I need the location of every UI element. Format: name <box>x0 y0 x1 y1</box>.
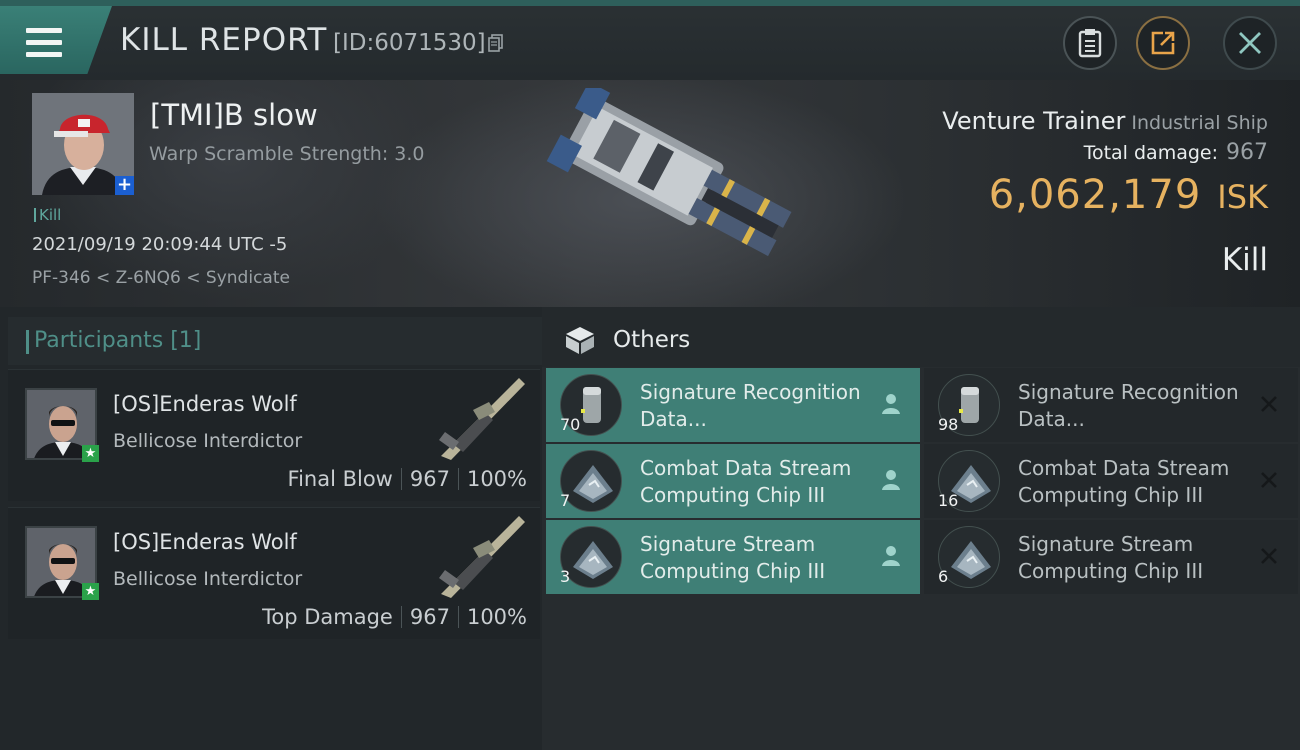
participant-percent: 100% <box>466 467 527 491</box>
destroyed-x-icon <box>1261 472 1277 488</box>
venture-ship-icon <box>546 88 792 257</box>
star-icon: ★ <box>82 445 99 462</box>
item-name: Signature Recognition Data... <box>1018 380 1239 431</box>
top-bar: KILL REPORT [ID:6071530] <box>0 0 1300 80</box>
close-icon <box>1239 32 1261 54</box>
participants-panel: Participants [1] ★ [OS]Enderas Wolf Bell… <box>0 307 542 750</box>
dropped-item[interactable]: 7 Combat Data Stream Computing Chip III <box>546 444 920 518</box>
person-icon <box>882 470 900 490</box>
warp-scramble-strength: Warp Scramble Strength: 3.0 <box>149 143 425 165</box>
dropped-item[interactable]: 3 Signature Stream Computing Chip III <box>546 520 920 594</box>
victim-summary: + [TMI]B slow Warp Scramble Strength: 3.… <box>0 80 1300 307</box>
ship-type: Venture Trainer <box>942 107 1126 135</box>
participant-name[interactable]: [OS]Enderas Wolf <box>113 392 297 416</box>
destroyed-item[interactable]: 16 Combat Data Stream Computing Chip III <box>924 444 1298 518</box>
item-name: Signature Stream Computing Chip III <box>1018 532 1204 583</box>
menu-button[interactable] <box>0 6 112 74</box>
participant-stats: Top Damage 967 100% <box>262 605 527 629</box>
cube-icon <box>566 327 594 354</box>
participant-role: Final Blow <box>287 467 393 491</box>
participant-ship: Bellicose Interdictor <box>113 430 303 452</box>
item-name: Combat Data Stream Computing Chip III <box>1018 456 1230 507</box>
plus-badge: + <box>115 174 134 195</box>
item-name: Signature Stream Computing Chip III <box>640 532 826 583</box>
clipboard-icon <box>1078 29 1102 58</box>
isk-value: 6,062,179 ISK <box>989 172 1268 218</box>
total-damage: Total damage: 967 <box>1084 140 1268 165</box>
participant-damage: 967 <box>409 605 450 629</box>
participant-card[interactable]: ★ [OS]Enderas Wolf Bellicose Interdictor… <box>8 507 540 639</box>
others-header: Others <box>542 307 1300 367</box>
total-damage-value: 967 <box>1226 140 1268 165</box>
participant-name[interactable]: [OS]Enderas Wolf <box>113 530 297 554</box>
kill-tag: Kill <box>34 206 61 224</box>
item-quantity: 6 <box>938 567 949 586</box>
copy-icon[interactable] <box>488 34 504 53</box>
kill-location: PF-346 < Z-6NQ6 < Syndicate <box>32 268 290 288</box>
hamburger-menu-icon <box>26 28 62 58</box>
person-icon <box>882 394 900 414</box>
page-title: KILL REPORT <box>120 22 328 58</box>
participants-label: Participants [1] <box>34 328 202 353</box>
report-id: [ID:6071530] <box>333 30 486 56</box>
isk-amount: 6,062,179 <box>988 172 1202 218</box>
ship-name[interactable]: Venture Trainer Industrial Ship <box>942 107 1268 135</box>
isk-unit: ISK <box>1217 178 1268 216</box>
participants-header: Participants [1] <box>8 317 542 365</box>
participant-role: Top Damage <box>262 605 393 629</box>
share-button[interactable] <box>1136 16 1190 70</box>
interdictor-ship-icon <box>439 516 525 598</box>
others-panel: Others 70 Signature Recognition Data... … <box>542 307 1300 750</box>
participant-damage: 967 <box>409 467 450 491</box>
participant-stats: Final Blow 967 100% <box>288 467 527 491</box>
ship-class: Industrial Ship <box>1131 112 1268 134</box>
destroyed-item[interactable]: 98 Signature Recognition Data... <box>924 368 1298 442</box>
dropped-item[interactable]: 70 Signature Recognition Data... <box>546 368 920 442</box>
victim-name[interactable]: [TMI]B slow <box>150 98 318 132</box>
item-quantity: 98 <box>938 415 959 434</box>
kill-timestamp: 2021/09/19 20:09:44 UTC -5 <box>32 234 288 255</box>
destroyed-x-icon <box>1261 548 1277 564</box>
participant-ship: Bellicose Interdictor <box>113 568 303 590</box>
report-button[interactable] <box>1063 16 1117 70</box>
total-damage-label: Total damage: <box>1083 142 1218 164</box>
item-quantity: 70 <box>560 415 581 434</box>
star-icon: ★ <box>82 583 99 600</box>
destroyed-item[interactable]: 6 Signature Stream Computing Chip III <box>924 520 1298 594</box>
kill-result: Kill <box>1221 242 1268 278</box>
destroyed-x-icon <box>1261 396 1277 412</box>
close-button[interactable] <box>1223 16 1277 70</box>
item-quantity: 3 <box>560 567 571 586</box>
participant-card[interactable]: ★ [OS]Enderas Wolf Bellicose Interdictor… <box>8 369 540 501</box>
item-name: Signature Recognition Data... <box>640 380 861 431</box>
interdictor-ship-icon <box>439 378 525 460</box>
others-label: Others <box>613 327 691 353</box>
participant-percent: 100% <box>466 605 527 629</box>
item-quantity: 16 <box>938 491 959 510</box>
person-icon <box>882 546 900 566</box>
item-name: Combat Data Stream Computing Chip III <box>640 456 852 507</box>
share-icon <box>1151 31 1175 55</box>
item-quantity: 7 <box>560 491 571 510</box>
